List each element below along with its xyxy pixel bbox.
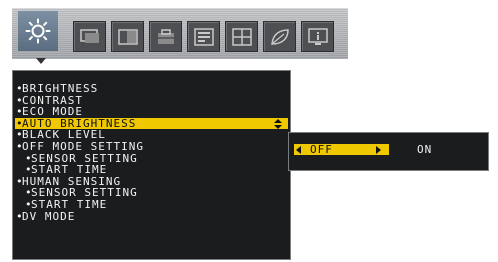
tab-picture[interactable] [111,21,144,52]
menu-tools-icon [193,27,214,46]
up-down-arrows-icon [274,118,282,129]
tab-menu-tools[interactable] [187,21,220,52]
option-on[interactable]: ON [417,144,432,155]
menu-item-label: DV MODE [22,209,76,223]
right-arrow-icon [376,146,381,154]
eco-leaf-icon [270,28,289,45]
left-arrow-icon [296,146,301,154]
menu-item[interactable]: •DV MODE [15,209,288,223]
tab-tools[interactable] [149,21,182,52]
option-off[interactable]: OFF [294,144,389,155]
information-icon [307,27,328,45]
brightness-icon [25,18,51,44]
tab-brightness[interactable] [18,11,58,51]
option-off-label: OFF [310,143,333,156]
brightness-menu: •BRIGHTNESS •CONTRAST •ECO MODE •AUTO BRIGH… [12,70,291,260]
tab-display-position[interactable] [73,21,106,52]
tab-information[interactable] [301,21,334,52]
osd-icon-toolbar [12,8,348,59]
menu-list: •BRIGHTNESS •CONTRAST •ECO MODE •AUTO BRIGH… [15,83,288,222]
picture-mode-icon [117,28,138,45]
multi-picture-icon [231,27,252,46]
tab-multi-picture[interactable] [225,21,258,52]
tab-eco[interactable] [263,21,296,52]
active-tab-pointer [36,58,46,64]
auto-brightness-submenu: OFF ON [288,132,489,171]
display-position-icon [79,28,99,43]
tools-icon [157,28,174,44]
